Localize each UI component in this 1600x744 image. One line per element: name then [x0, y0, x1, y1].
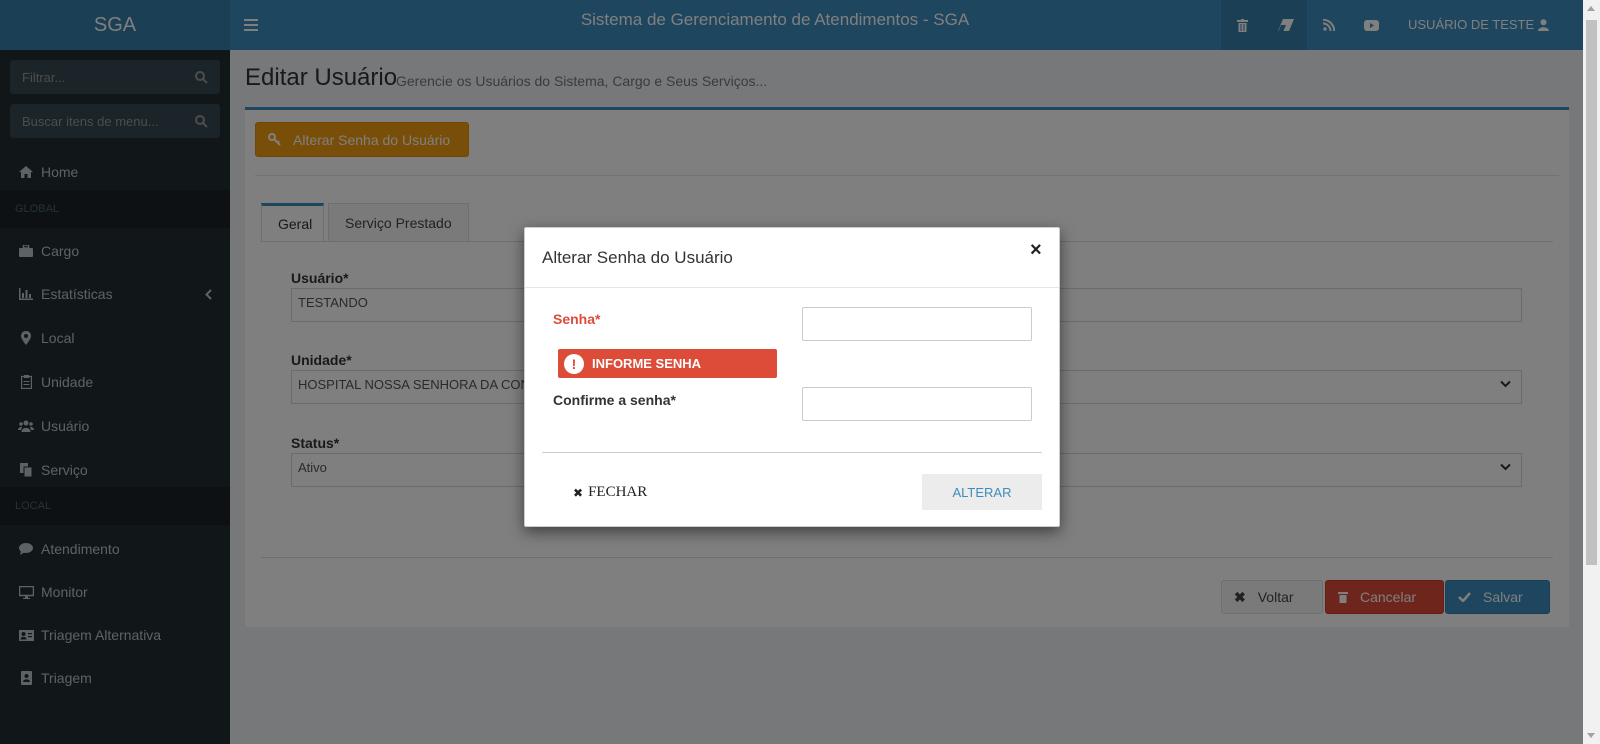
divider: [542, 452, 1042, 453]
divider: [525, 287, 1059, 288]
change-password-modal: Alterar Senha do Usuário × Senha* ! INFO…: [524, 227, 1060, 527]
password-input[interactable]: [802, 307, 1032, 341]
close-icon[interactable]: ×: [1030, 240, 1042, 260]
modal-title: Alterar Senha do Usuário: [542, 248, 733, 267]
close-modal-label: FECHAR: [588, 484, 648, 500]
password-label: Senha*: [553, 311, 601, 327]
vertical-scrollbar[interactable]: [1583, 0, 1600, 744]
confirm-password-label: Confirme a senha*: [553, 392, 676, 408]
close-modal-button[interactable]: ✖ FECHAR: [573, 484, 647, 501]
alter-password-button[interactable]: ALTERAR: [922, 474, 1042, 510]
password-error-message: ! INFORME SENHA: [558, 349, 777, 378]
confirm-password-input[interactable]: [802, 387, 1032, 421]
error-text: INFORME SENHA: [592, 356, 702, 371]
close-icon: ✖: [573, 485, 584, 500]
exclamation-icon: !: [564, 353, 584, 374]
